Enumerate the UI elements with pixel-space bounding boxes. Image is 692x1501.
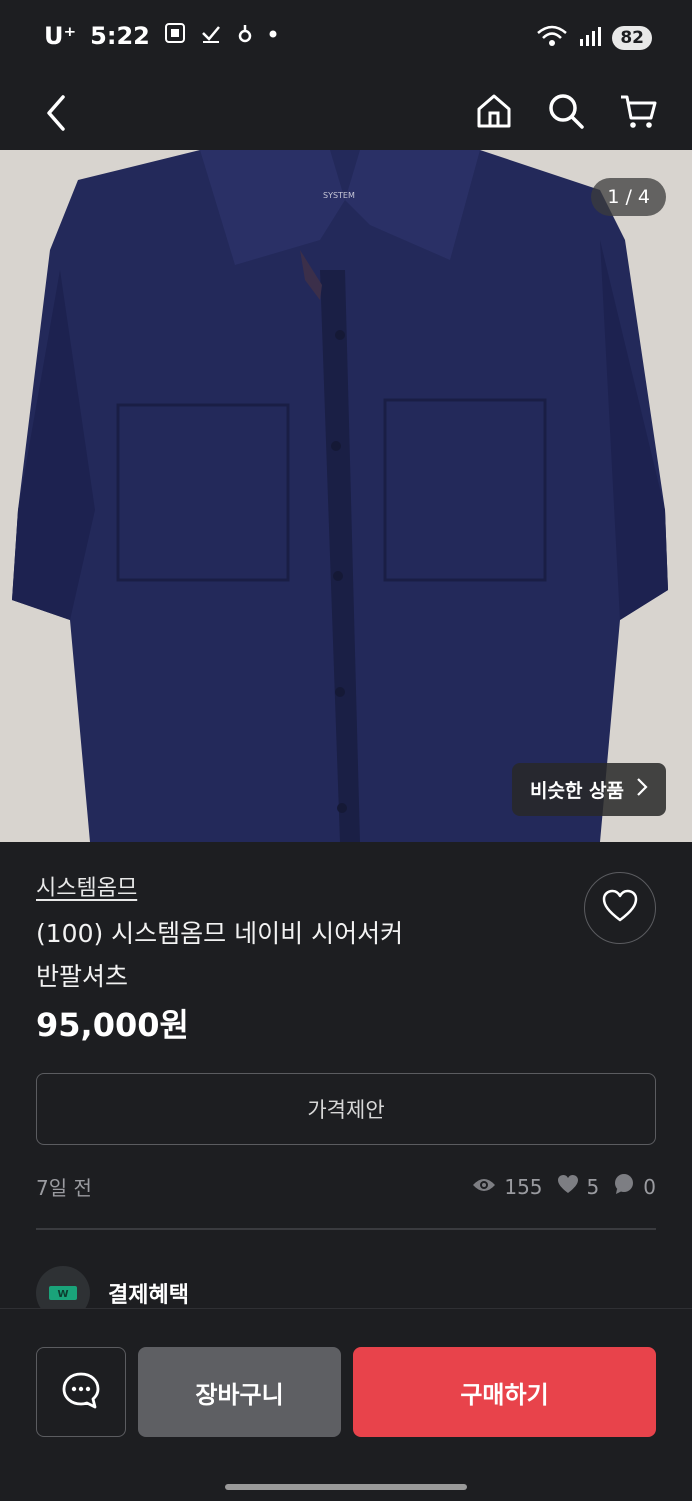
- product-price: 95,000원: [36, 1006, 189, 1044]
- likes-heart-icon: [557, 1174, 579, 1199]
- wifi-icon: [536, 24, 568, 52]
- image-counter: 1 / 4: [591, 178, 666, 216]
- product-image-carousel[interactable]: SYSTEM 1 / 4 비슷한 상품: [0, 150, 692, 842]
- product-title-line1: (100) 시스템옴므 네이비 시어서커: [36, 919, 404, 948]
- screenshot-icon: [164, 22, 186, 50]
- cart-icon[interactable]: [616, 84, 660, 138]
- price-offer-button[interactable]: 가격제안: [36, 1073, 656, 1145]
- payment-benefit-label: 결제혜택: [108, 1283, 189, 1308]
- posted-time: 7일 전: [36, 1176, 92, 1200]
- clock: 5:22: [90, 22, 150, 50]
- top-navigation: [0, 76, 692, 150]
- check-icon: [200, 22, 222, 50]
- like-count: 5: [586, 1174, 600, 1199]
- product-image: SYSTEM: [0, 150, 692, 842]
- chevron-right-icon: [636, 777, 648, 802]
- favorite-button[interactable]: [584, 872, 656, 944]
- notification-icon: [236, 22, 254, 50]
- heart-icon: [602, 889, 638, 927]
- battery-indicator: 82: [612, 26, 652, 50]
- status-left: U⁺ 5:22: [44, 22, 278, 50]
- svg-text:W: W: [57, 1289, 68, 1300]
- shirt-brand-tag: SYSTEM: [323, 191, 355, 200]
- home-icon[interactable]: [472, 84, 516, 138]
- comment-icon: [613, 1173, 635, 1200]
- back-icon[interactable]: [36, 86, 76, 140]
- comment-count: 0: [643, 1174, 656, 1199]
- signal-icon: [578, 25, 602, 51]
- chat-button[interactable]: [36, 1347, 126, 1437]
- search-icon[interactable]: [544, 84, 588, 138]
- product-stats: 155 5 0: [472, 1172, 656, 1201]
- eye-icon: [472, 1175, 496, 1199]
- similar-products-button[interactable]: 비슷한 상품: [511, 763, 666, 816]
- product-title-line2: 반팔셔츠: [36, 962, 129, 991]
- status-right: 82: [536, 24, 652, 52]
- similar-products-label: 비슷한 상품: [529, 780, 624, 802]
- carrier: U⁺: [44, 22, 77, 50]
- buy-now-button[interactable]: 구매하기: [353, 1347, 656, 1437]
- product-title: (100) 시스템옴므 네이비 시어서커 반팔셔츠: [36, 912, 476, 998]
- status-bar: U⁺ 5:22 82: [0, 0, 692, 76]
- product-meta: 7일 전 155 5 0: [36, 1172, 656, 1201]
- add-to-cart-button[interactable]: 장바구니: [138, 1347, 341, 1437]
- brand-link[interactable]: 시스템옴므: [36, 870, 137, 902]
- divider: [36, 1228, 656, 1230]
- view-count: 155: [504, 1174, 543, 1199]
- bottom-action-bar: 장바구니 구매하기: [0, 1308, 692, 1501]
- dot-icon: [268, 22, 278, 50]
- chat-icon: [61, 1370, 101, 1414]
- home-indicator: [225, 1484, 467, 1490]
